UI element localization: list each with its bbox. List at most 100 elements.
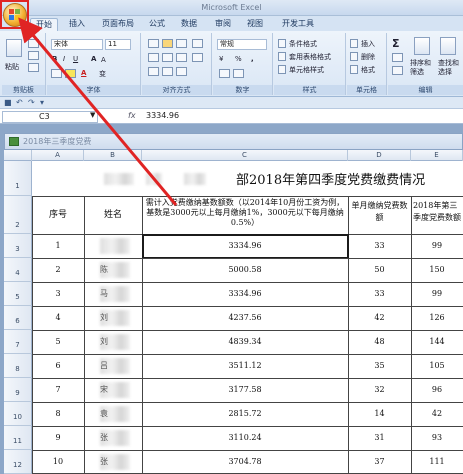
cell-name[interactable]: 刘 [100, 306, 114, 330]
cell-serial[interactable]: 2 [32, 258, 84, 282]
cell-serial[interactable]: 6 [32, 354, 84, 378]
row-header-10[interactable]: 10 [4, 402, 32, 426]
cell-name[interactable]: 陈 [100, 258, 114, 282]
header-base-amount[interactable]: 需计入党费缴纳基数额数（以2014年10月份工资为例，基数是3000元以上每月缴… [145, 198, 345, 228]
fill-icon[interactable] [392, 53, 403, 62]
cell-monthly-fee[interactable]: 50 [348, 258, 411, 282]
row-header-5[interactable]: 5 [4, 282, 32, 306]
tab-data[interactable]: 数据 [178, 18, 200, 31]
spreadsheet-grid[interactable]: A B C D E 1 2 3 4 5 6 7 8 9 10 11 12 部20… [4, 150, 463, 474]
cell-name[interactable]: 马 [100, 282, 114, 306]
row-header-4[interactable]: 4 [4, 258, 32, 282]
cell-serial[interactable]: 8 [32, 402, 84, 426]
cell-quarter-fee[interactable]: 42 [411, 402, 463, 426]
clear-icon[interactable] [392, 66, 403, 75]
cell-base-amount[interactable]: 3334.96 [142, 282, 348, 306]
grow-font-button[interactable]: A [91, 55, 96, 63]
wrap-text-icon[interactable] [192, 39, 203, 48]
cell-serial[interactable]: 9 [32, 426, 84, 450]
fill-color-icon[interactable] [65, 69, 76, 78]
cell-base-amount[interactable]: 3110.24 [142, 426, 348, 450]
cell-styles-button[interactable]: 单元格样式 [289, 65, 324, 75]
cell-name[interactable]: 张 [100, 426, 114, 450]
currency-button[interactable]: ¥ [219, 55, 223, 63]
format-as-table-button[interactable]: 套用表格格式 [289, 52, 331, 62]
row-header-12[interactable]: 12 [4, 450, 32, 474]
cell-quarter-fee[interactable]: 99 [411, 234, 463, 258]
cell-base-amount[interactable]: 3177.58 [142, 378, 348, 402]
paste-button[interactable]: 粘贴 [5, 62, 19, 72]
tab-formulas[interactable]: 公式 [146, 18, 168, 31]
cell-name[interactable]: 宋 [100, 378, 114, 402]
bold-button[interactable]: B [52, 55, 57, 63]
cell-serial[interactable]: 7 [32, 378, 84, 402]
redo-icon[interactable]: ↷ [28, 98, 35, 107]
cell-quarter-fee[interactable]: 150 [411, 258, 463, 282]
cell-monthly-fee[interactable]: 33 [348, 282, 411, 306]
cell-serial[interactable]: 5 [32, 330, 84, 354]
cell-base-amount[interactable]: 4237.56 [142, 306, 348, 330]
cell-name[interactable] [100, 234, 114, 258]
tab-page-layout[interactable]: 页面布局 [98, 18, 138, 31]
row-header-8[interactable]: 8 [4, 354, 32, 378]
cell-quarter-fee[interactable]: 96 [411, 378, 463, 402]
align-left-icon[interactable] [148, 53, 159, 62]
row-header-11[interactable]: 11 [4, 426, 32, 450]
cell-quarter-fee[interactable]: 99 [411, 282, 463, 306]
header-monthly-fee[interactable]: 单月缴纳党费数额 [350, 200, 409, 224]
cell-monthly-fee[interactable]: 33 [348, 234, 411, 258]
phonetic-button[interactable]: 变 [99, 69, 106, 79]
find-select-button[interactable]: 查找和选择 [438, 59, 462, 77]
font-size-select[interactable]: 11 [105, 39, 131, 50]
cell-monthly-fee[interactable]: 42 [348, 306, 411, 330]
paste-icon[interactable] [6, 39, 22, 57]
copy-icon[interactable] [28, 51, 39, 60]
cell-quarter-fee[interactable]: 105 [411, 354, 463, 378]
align-center-icon[interactable] [162, 53, 173, 62]
row-header-3[interactable]: 3 [4, 234, 32, 258]
border-icon[interactable] [51, 69, 62, 78]
shrink-font-button[interactable]: A [101, 56, 106, 64]
column-header-d[interactable]: D [348, 150, 411, 161]
customize-toolbar-icon[interactable]: ▾ [40, 98, 44, 107]
row-header-9[interactable]: 9 [4, 378, 32, 402]
delete-cells-button[interactable]: 删除 [361, 52, 375, 62]
cell-name[interactable]: 刘 [100, 330, 114, 354]
cell-quarter-fee[interactable]: 111 [411, 450, 463, 474]
column-header-b[interactable]: B [84, 150, 142, 161]
merge-icon[interactable] [192, 53, 203, 62]
tab-review[interactable]: 审阅 [212, 18, 234, 31]
undo-icon[interactable]: ↶ [16, 98, 23, 107]
cell-serial[interactable]: 10 [32, 450, 84, 474]
header-serial[interactable]: 序号 [32, 196, 84, 234]
orientation-icon[interactable] [176, 67, 187, 76]
cell-monthly-fee[interactable]: 32 [348, 378, 411, 402]
fx-button[interactable]: fx [128, 111, 136, 120]
increase-indent-icon[interactable] [162, 67, 173, 76]
cell-base-amount[interactable]: 5000.58 [142, 258, 348, 282]
autosum-button[interactable]: Σ [392, 37, 400, 50]
cell-base-amount[interactable]: 3511.12 [142, 354, 348, 378]
save-icon[interactable]: ■ [4, 98, 12, 107]
row-header-6[interactable]: 6 [4, 306, 32, 330]
cell-monthly-fee[interactable]: 37 [348, 450, 411, 474]
select-all-corner[interactable] [4, 150, 32, 161]
italic-button[interactable]: I [63, 55, 65, 63]
column-header-a[interactable]: A [32, 150, 84, 161]
cell-monthly-fee[interactable]: 31 [348, 426, 411, 450]
sheet-title[interactable]: 部2018年第四季度党费缴费情况 [236, 169, 425, 188]
conditional-format-button[interactable]: 条件格式 [289, 39, 317, 49]
font-name-select[interactable]: 宋体 [51, 39, 103, 50]
tab-view[interactable]: 视图 [244, 18, 266, 31]
decrease-decimal-icon[interactable] [233, 69, 244, 78]
format-cells-button[interactable]: 格式 [361, 65, 375, 75]
cell-name[interactable]: 张 [100, 450, 114, 474]
format-painter-icon[interactable] [28, 63, 39, 72]
cell-monthly-fee[interactable]: 14 [348, 402, 411, 426]
header-name[interactable]: 姓名 [84, 196, 142, 234]
decrease-indent-icon[interactable] [148, 67, 159, 76]
formula-input[interactable]: 3334.96 [146, 111, 179, 123]
font-color-button[interactable]: A [81, 69, 86, 77]
cell-base-amount[interactable]: 2815.72 [142, 402, 348, 426]
align-bottom-icon[interactable] [176, 39, 187, 48]
